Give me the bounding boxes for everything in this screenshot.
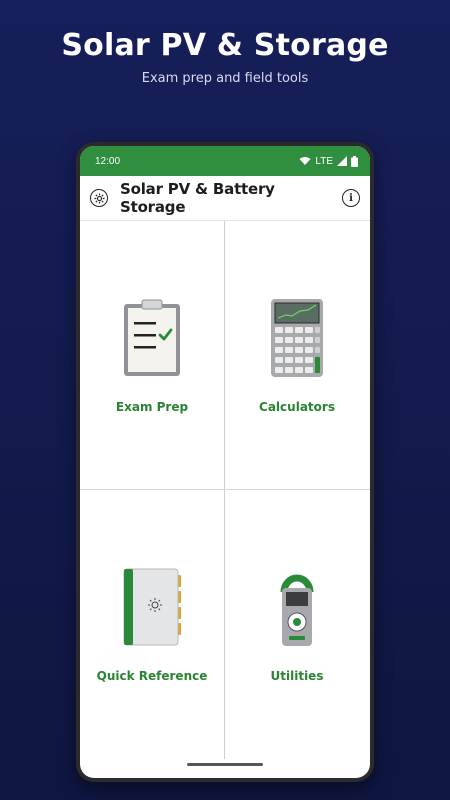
clipboard-check-icon: [117, 296, 187, 380]
clamp-meter-icon: [262, 565, 332, 649]
status-bar: 12:00 LTE: [80, 146, 370, 176]
status-icons: LTE: [299, 155, 358, 167]
calculator-icon: [262, 296, 332, 380]
app-bar: Solar PV & Battery Storage i: [80, 176, 370, 221]
settings-icon[interactable]: [90, 189, 108, 207]
signal-icon: [337, 156, 347, 166]
phone-frame: 12:00 LTE Solar PV & Battery Storage i E…: [76, 142, 374, 782]
wifi-icon: [299, 157, 311, 165]
network-type: LTE: [315, 155, 333, 167]
utilities-label: Utilities: [270, 669, 324, 683]
exam-prep-label: Exam Prep: [115, 400, 189, 414]
home-indicator[interactable]: [187, 763, 263, 766]
phone-screen: 12:00 LTE Solar PV & Battery Storage i E…: [80, 146, 370, 778]
quick-reference-tile[interactable]: Quick Reference: [80, 490, 224, 758]
exam-prep-tile[interactable]: Exam Prep: [80, 221, 224, 489]
battery-icon: [351, 155, 358, 167]
calculators-label: Calculators: [259, 400, 335, 414]
promo-title: Solar PV & Storage: [61, 28, 389, 63]
promo-subtitle: Exam prep and field tools: [141, 71, 309, 86]
info-icon[interactable]: i: [342, 189, 360, 207]
app-title: Solar PV & Battery Storage: [120, 180, 275, 216]
calculators-tile[interactable]: Calculators: [225, 221, 369, 489]
status-time: 12:00: [95, 155, 121, 167]
menu-grid: Exam Prep Calculators Quick Reference Ut…: [80, 221, 370, 759]
utilities-tile[interactable]: Utilities: [225, 490, 369, 758]
quick-reference-label: Quick Reference: [96, 669, 208, 683]
reference-book-icon: [117, 565, 187, 649]
